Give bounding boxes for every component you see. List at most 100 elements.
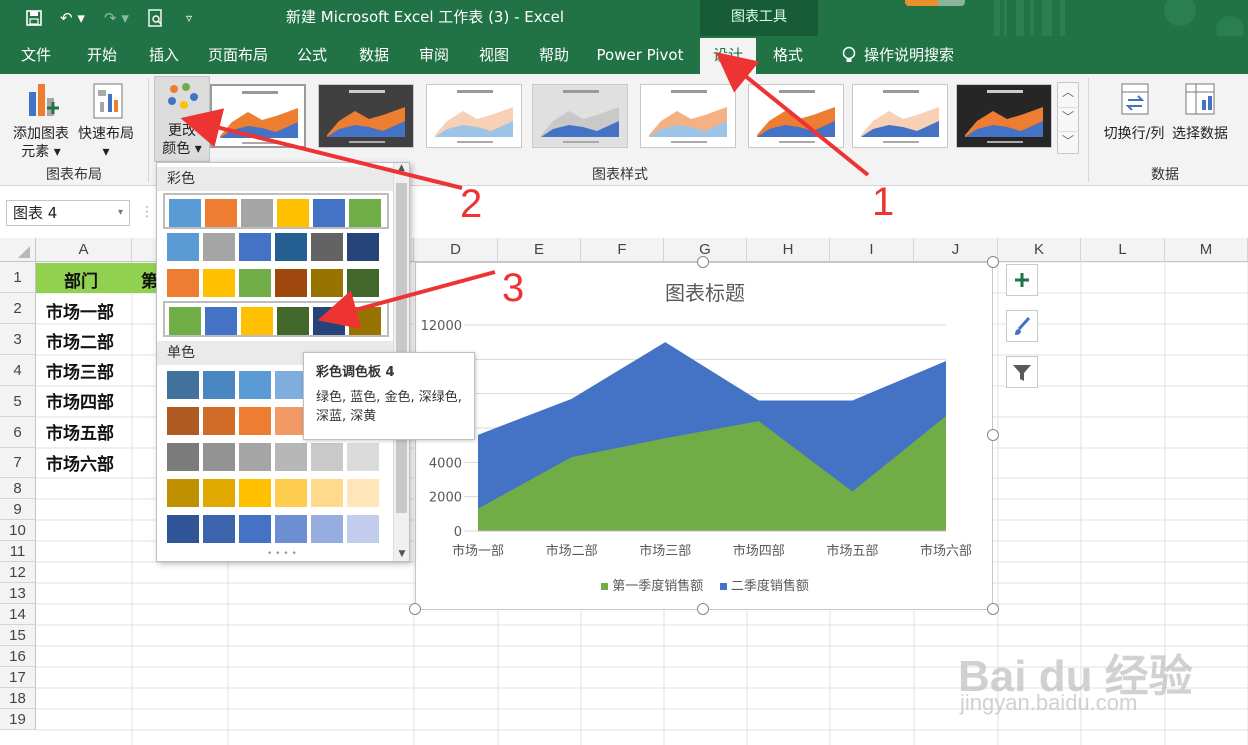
column-header-i[interactable]: I [830, 238, 914, 262]
column-header-m[interactable]: M [1165, 238, 1248, 262]
tab-insert[interactable]: 插入 [136, 36, 192, 74]
cell-a6[interactable]: 市场五部 [36, 419, 114, 444]
brush-icon [1015, 316, 1031, 335]
tab-home[interactable]: 开始 [74, 36, 130, 74]
customize-qat-icon[interactable]: ▿ [186, 0, 192, 36]
row-header-2[interactable]: 2 [0, 293, 36, 324]
row-header-19[interactable]: 19 [0, 709, 36, 730]
gallery-down-icon[interactable]: ﹀ [1058, 107, 1078, 131]
tell-me-search[interactable]: 操作说明搜索 [864, 36, 964, 74]
row-header-17[interactable]: 17 [0, 667, 36, 688]
undo-icon[interactable]: ↶ ▾ [60, 0, 85, 36]
x-tick-label: 市场四部 [733, 543, 785, 559]
row-header-12[interactable]: 12 [0, 562, 36, 583]
resize-handle-right[interactable] [987, 429, 999, 441]
row-header-3[interactable]: 3 [0, 324, 36, 355]
chart-legend[interactable]: 第一季度销售额 二季度销售额 [416, 575, 994, 594]
name-box[interactable]: 图表 4 ▾ [6, 200, 130, 226]
column-header-d[interactable]: D [414, 238, 498, 262]
colorful-palette-1[interactable] [163, 193, 389, 229]
resize-handle-top[interactable] [697, 256, 709, 268]
name-box-dropdown-icon[interactable]: ▾ [118, 201, 123, 225]
resize-grip[interactable]: • • • • [267, 549, 297, 559]
resize-handle-bottom-left[interactable] [409, 603, 421, 615]
chart-style-4[interactable] [532, 84, 628, 148]
print-preview-icon[interactable] [148, 0, 164, 36]
colorful-palette-3[interactable] [163, 265, 389, 301]
row-header-10[interactable]: 10 [0, 520, 36, 541]
chart-style-2[interactable] [318, 84, 414, 148]
column-header-j[interactable]: J [914, 238, 998, 262]
column-header-e[interactable]: E [498, 238, 581, 262]
row-header-5[interactable]: 5 [0, 386, 36, 417]
row-header-13[interactable]: 13 [0, 583, 36, 604]
tab-review[interactable]: 审阅 [410, 36, 458, 74]
tab-formulas[interactable]: 公式 [288, 36, 336, 74]
cell-a5[interactable]: 市场四部 [36, 388, 114, 413]
tab-format[interactable]: 格式 [764, 36, 812, 74]
row-header-4[interactable]: 4 [0, 355, 36, 386]
row-header-15[interactable]: 15 [0, 625, 36, 646]
cell-a7[interactable]: 市场六部 [36, 450, 114, 475]
select-all-corner[interactable] [0, 238, 36, 262]
cell-b1[interactable]: 第 [131, 267, 158, 292]
row-header-11[interactable]: 11 [0, 541, 36, 562]
tab-view[interactable]: 视图 [470, 36, 518, 74]
gallery-more-icon[interactable]: ﹀ [1058, 131, 1078, 153]
row-header-14[interactable]: 14 [0, 604, 36, 625]
resize-handle-bottom[interactable] [697, 603, 709, 615]
scroll-thumb[interactable] [396, 183, 407, 513]
select-data-button[interactable]: 选择数据 [1170, 80, 1230, 143]
resize-handle-top-right[interactable] [987, 256, 999, 268]
row-header-16[interactable]: 16 [0, 646, 36, 667]
resize-handle-bottom-right[interactable] [987, 603, 999, 615]
column-header-l[interactable]: L [1081, 238, 1165, 262]
colorful-palette-4[interactable] [163, 301, 389, 337]
row-header-7[interactable]: 7 [0, 448, 36, 478]
row-header-6[interactable]: 6 [0, 417, 36, 448]
chart-style-8[interactable] [956, 84, 1052, 148]
chart-style-1[interactable] [210, 84, 306, 148]
add-chart-element-button[interactable]: 添加图表 元素 ▾ [8, 80, 74, 161]
column-header-a[interactable]: A [36, 238, 132, 262]
save-icon[interactable] [26, 0, 42, 36]
colorful-palette-2[interactable] [163, 229, 389, 265]
cell-a3[interactable]: 市场二部 [36, 328, 114, 353]
chart-style-6[interactable] [748, 84, 844, 148]
scroll-up-icon[interactable]: ▲ [394, 163, 409, 181]
row-header-9[interactable]: 9 [0, 499, 36, 520]
select-data-label: 选择数据 [1172, 126, 1228, 142]
area-chart[interactable]: 图表标题 0 2000 4000 12000 市场一部 市场二部 市场三部 市场四部 市场五部市… [415, 262, 993, 610]
change-colors-button[interactable]: 更改 颜色 ▾ [154, 76, 210, 162]
row-header-18[interactable]: 18 [0, 688, 36, 709]
column-header-h[interactable]: H [747, 238, 830, 262]
cell-a4[interactable]: 市场三部 [36, 358, 114, 383]
tab-help[interactable]: 帮助 [530, 36, 578, 74]
mono-palette-4[interactable] [163, 475, 389, 511]
cell-a1[interactable]: 部门 [54, 267, 98, 292]
chart-filters-button[interactable] [1006, 356, 1038, 388]
cell-a2[interactable]: 市场一部 [36, 298, 114, 323]
chart-style-5[interactable] [640, 84, 736, 148]
chart-style-7[interactable] [852, 84, 948, 148]
tab-design[interactable]: 设计 [700, 38, 756, 74]
mono-palette-3[interactable] [163, 439, 389, 475]
chart-elements-button[interactable] [1006, 264, 1038, 296]
gallery-up-icon[interactable]: ︿ [1058, 83, 1078, 107]
scroll-down-icon[interactable]: ▼ [394, 549, 410, 559]
redo-icon[interactable]: ↷ ▾ [104, 0, 129, 36]
chart-style-3[interactable] [426, 84, 522, 148]
chart-styles-button[interactable] [1006, 310, 1038, 342]
column-header-f[interactable]: F [581, 238, 664, 262]
mono-palette-5[interactable] [163, 511, 389, 547]
quick-layout-button[interactable]: 快速布局 ▾ [76, 80, 136, 161]
tab-data[interactable]: 数据 [350, 36, 398, 74]
switch-row-column-button[interactable]: 切换行/列 [1098, 80, 1170, 143]
tab-page-layout[interactable]: 页面布局 [202, 36, 274, 74]
row-header-8[interactable]: 8 [0, 478, 36, 499]
color-swatch [241, 307, 273, 335]
column-header-k[interactable]: K [998, 238, 1081, 262]
row-header-1[interactable]: 1 [0, 262, 36, 293]
tab-file[interactable]: 文件 [12, 36, 60, 74]
tab-power-pivot[interactable]: Power Pivot [594, 36, 686, 74]
